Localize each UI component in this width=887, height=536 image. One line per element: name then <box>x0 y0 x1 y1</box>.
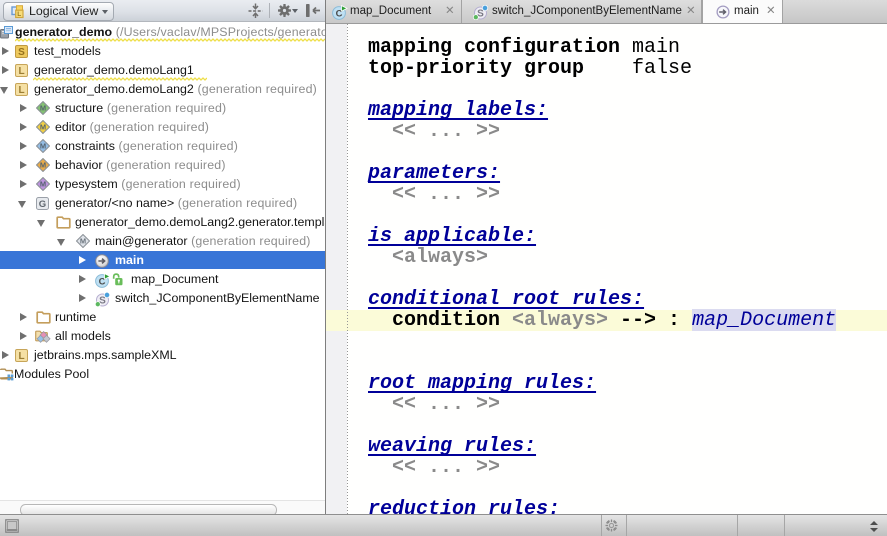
svg-text:M: M <box>40 103 46 112</box>
svg-text:L: L <box>18 66 24 77</box>
svg-text:M: M <box>40 122 46 131</box>
svg-text:G: G <box>39 199 46 210</box>
svg-text:L: L <box>17 11 21 18</box>
svg-text:L: L <box>18 85 24 96</box>
svg-text:L: L <box>18 351 24 362</box>
svg-text:M: M <box>40 179 46 188</box>
svg-text:M: M <box>80 236 86 245</box>
svg-text:S: S <box>18 47 25 58</box>
svg-text:M: M <box>40 141 46 150</box>
svg-text:M: M <box>40 160 46 169</box>
